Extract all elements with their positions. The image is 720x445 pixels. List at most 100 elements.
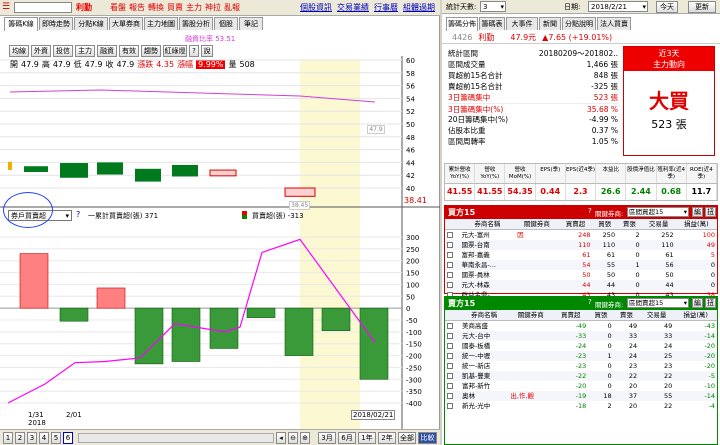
buy-help-icon[interactable]: ? [588,207,592,215]
table-row[interactable]: 國票-台南 110 110 0 110 49 [445,240,717,250]
tab-news[interactable]: 新聞 [539,17,561,30]
table-row[interactable]: 統一-新店 -23 0 23 23 -20 [445,361,717,371]
table-row[interactable]: 元大-富州 因 248 250 2 252 100 [445,230,717,241]
nav-btn-3[interactable]: 3 [27,432,37,444]
link-1[interactable]: 交易業績 [337,2,369,13]
table-row[interactable]: 奧林 出,作,觀 -19 18 37 55 -14 [445,391,717,401]
tab-chip-kline[interactable]: 籌碼K線 [4,17,38,31]
tab-chip-analysis[interactable]: 籌股分析 [179,17,213,30]
table-row[interactable]: 元大-台中 -33 0 33 33 -14 [445,331,717,341]
column-header[interactable]: 買張 [592,219,618,230]
menu-item-3[interactable]: 買賣 [167,2,183,13]
table-row[interactable]: 新光-光中 -18 2 20 22 -4 [445,401,717,411]
period-all[interactable]: 全部 [398,432,416,444]
menu-item-1[interactable]: 報告 [129,2,145,13]
row-checkbox[interactable] [445,371,460,381]
row-checkbox[interactable] [445,381,460,391]
row-checkbox[interactable] [445,361,460,371]
buy-select[interactable]: 區間買超15 ▾ [627,207,689,217]
table-row[interactable]: 富邦-嘉義 61 61 0 61 5 [445,250,717,260]
link-2[interactable]: 行事曆 [374,2,398,13]
stock-search-input[interactable] [14,2,72,13]
row-checkbox[interactable] [445,351,460,361]
period-6m[interactable]: 6月 [338,432,356,444]
column-header[interactable]: 損益(萬) [675,219,717,230]
row-checkbox[interactable] [445,260,459,270]
column-header[interactable]: 關鍵券商 [515,219,559,230]
table-row[interactable]: 富邦-新竹 -20 0 20 20 -10 [445,381,717,391]
menu-item-0[interactable]: 看盤 [110,2,126,13]
menu-item-4[interactable]: 主力 [186,2,202,13]
table-row[interactable]: 華南永昌-... 54 55 1 56 0 [445,260,717,270]
nav-btn-2[interactable]: 2 [15,432,25,444]
date-input[interactable]: 2018/2/21 ▾ [588,1,648,12]
sell-edit-button[interactable]: 編 [692,298,703,308]
sell-help-icon[interactable]: ? [588,298,592,306]
tab-intraday[interactable]: 即時走勢 [39,17,73,30]
today-button[interactable]: 今天 [656,1,678,13]
nav-btn-5[interactable]: 5 [51,432,61,444]
buy-edit-button[interactable]: 編 [692,207,703,217]
horizontal-scrollbar[interactable] [78,433,274,443]
tab-institutional[interactable]: 法人買賣 [597,17,631,30]
update-button[interactable]: 更新 [688,1,716,13]
menu-item-2[interactable]: 轉換 [148,2,164,13]
column-header[interactable]: 賣張 [617,219,642,230]
zoom-out-icon[interactable]: ⊖ [288,432,298,444]
table-row[interactable]: 國票-員林 50 50 0 50 0 [445,270,717,280]
period-compare[interactable]: 比較 [418,432,437,444]
row-checkbox[interactable] [445,401,460,411]
days-select[interactable]: 3 ▾ [480,1,506,12]
column-header[interactable]: 買賣超 [553,310,589,321]
column-header[interactable]: 券商名稱 [459,219,516,230]
tab-branch-desc[interactable]: 分點說明 [562,17,596,30]
tab-main-map[interactable]: 主力地圖 [144,17,178,30]
row-checkbox[interactable] [445,280,459,290]
row-checkbox[interactable] [445,321,460,332]
link-0[interactable]: 個股資訊 [300,2,332,13]
row-checkbox[interactable] [445,331,460,341]
link-3[interactable]: 組體過期 [403,2,435,13]
row-checkbox[interactable] [445,270,459,280]
table-row[interactable]: 元大-林森 44 44 0 44 0 [445,280,717,290]
column-header[interactable]: 關鍵券商 [508,310,554,321]
tab-chip-table[interactable]: 籌碼表 [479,17,505,30]
row-checkbox[interactable] [445,240,459,250]
table-row[interactable]: 國泰-板橋 -24 0 24 24 -20 [445,341,717,351]
column-header[interactable]: 買張 [588,310,614,321]
period-2y[interactable]: 2年 [378,432,396,444]
scroll-left-icon[interactable]: ◂ [276,432,286,444]
nav-btn-1[interactable]: 1 [3,432,13,444]
column-header[interactable]: 交易量 [641,219,676,230]
row-checkbox[interactable] [445,250,459,260]
tab-stock[interactable]: 個股 [214,17,238,30]
period-1y[interactable]: 1年 [358,432,376,444]
nav-btn-6[interactable]: 6 [63,432,73,444]
column-header[interactable]: 賣張 [613,310,640,321]
tab-big-broker[interactable]: 大單券商 [109,17,143,30]
help-icon[interactable]: ? [76,210,80,219]
column-header[interactable]: 交易量 [639,310,675,321]
nav-btn-4[interactable]: 4 [39,432,49,444]
sell-select[interactable]: 區間賣超15 ▾ [627,298,689,308]
column-header[interactable]: 損益(萬) [674,310,717,321]
tab-events[interactable]: 大事件 [506,17,538,30]
column-header[interactable]: 券商名稱 [459,310,509,321]
menu-item-5[interactable]: 神拉 [205,2,221,13]
menu-item-6[interactable]: 亂報 [224,2,240,13]
row-checkbox[interactable] [445,341,460,351]
period-3m[interactable]: 3月 [318,432,336,444]
zoom-in-icon[interactable]: ⊕ [300,432,310,444]
tab-branch-kline[interactable]: 分點K線 [74,17,108,30]
sell-other-button[interactable]: 扭 [705,298,716,308]
row-checkbox[interactable] [445,230,459,241]
menu-icon[interactable]: ☰ [2,2,12,13]
tab-notes[interactable]: 筆記 [239,17,263,30]
buy-other-button[interactable]: 扭 [705,207,716,217]
column-header[interactable]: 買賣超 [558,219,593,230]
table-row[interactable]: 美商高盛 -49 0 49 49 -43 [445,321,717,332]
row-checkbox[interactable] [445,391,460,401]
table-row[interactable]: 統一-中壢 -23 1 24 25 -20 [445,351,717,361]
table-row[interactable]: 凱基-豐東 -22 0 22 22 -5 [445,371,717,381]
tab-chip-dist[interactable]: 籌碼分佈 [446,17,478,31]
